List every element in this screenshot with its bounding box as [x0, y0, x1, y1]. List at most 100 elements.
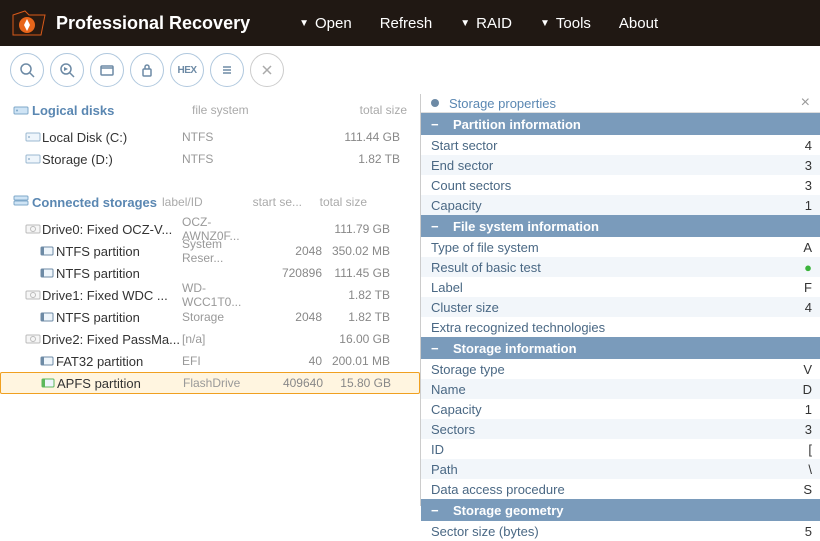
partition-size: 111.45 GB — [322, 266, 390, 280]
partition-row[interactable]: APFS partitionFlashDrive40964015.80 GB — [0, 372, 420, 394]
property-value: 5 — [790, 524, 820, 539]
property-row: Storage typeV — [421, 359, 820, 379]
logical-disk-row[interactable]: Local Disk (C:)NTFS111.44 GB — [0, 126, 420, 148]
property-value: D — [790, 382, 820, 397]
partition-label: EFI — [182, 354, 262, 368]
section-title: Partition information — [453, 117, 581, 132]
toolbar-decrypt-icon[interactable] — [130, 53, 164, 87]
property-row: ID[ — [421, 439, 820, 459]
partition-row[interactable]: NTFS partitionStorage20481.82 TB — [0, 306, 420, 328]
drive-row[interactable]: Drive1: Fixed WDC ...WD-WCC1T0... 1.82 TB — [0, 284, 420, 306]
property-label: Result of basic test — [421, 260, 790, 275]
property-value: 4 — [790, 138, 820, 153]
disk-size: 1.82 TB — [332, 152, 400, 166]
drive-label: WD-WCC1T0... — [182, 281, 262, 309]
property-row: Sectors3 — [421, 419, 820, 439]
property-row: Sector size (bytes)5 — [421, 521, 820, 541]
partition-name: FAT32 partition — [56, 354, 182, 369]
toolbar-save-icon[interactable] — [90, 53, 124, 87]
partition-label: System Reser... — [182, 237, 262, 265]
hdd-icon — [24, 223, 42, 235]
disk-name: Storage (D:) — [42, 152, 182, 167]
property-label: Count sectors — [421, 178, 790, 193]
drive-row[interactable]: Drive2: Fixed PassMa...[n/a]16.00 GB — [0, 328, 420, 350]
partition-name: NTFS partition — [56, 244, 182, 259]
menu-raid[interactable]: ▼RAID — [446, 0, 526, 46]
section-header[interactable]: −Storage geometry — [421, 499, 820, 521]
property-row: Capacity1 — [421, 399, 820, 419]
property-value: [ — [790, 442, 820, 457]
property-value: 3 — [790, 158, 820, 173]
caret-down-icon: ▼ — [299, 18, 309, 29]
property-row: Type of file systemA — [421, 237, 820, 257]
section-header[interactable]: −File system information — [421, 215, 820, 237]
menu-open[interactable]: ▼Open — [285, 0, 366, 46]
property-value: 4 — [790, 300, 820, 315]
caret-down-icon: ▼ — [460, 18, 470, 29]
toolbar-close-icon — [250, 53, 284, 87]
toolbar-resume-scan-icon[interactable] — [50, 53, 84, 87]
menu-tools[interactable]: ▼Tools — [526, 0, 605, 46]
section-header[interactable]: −Storage information — [421, 337, 820, 359]
partition-name: NTFS partition — [56, 266, 182, 281]
close-icon[interactable]: × — [801, 94, 810, 112]
property-row: Capacity1 — [421, 195, 820, 215]
panel-title: Storage properties — [449, 96, 801, 111]
toolbar-scan-icon[interactable] — [10, 53, 44, 87]
property-row: End sector3 — [421, 155, 820, 175]
toolbar-list-icon[interactable] — [210, 53, 244, 87]
partition-icon — [39, 377, 57, 389]
property-label: Label — [421, 280, 790, 295]
partition-icon — [38, 311, 56, 323]
logical-disk-row[interactable]: Storage (D:)NTFS1.82 TB — [0, 148, 420, 170]
menubar: Professional Recovery ▼Open Refresh ▼RAI… — [0, 0, 820, 46]
toolbar-hex-icon[interactable]: HEX — [170, 53, 204, 87]
partition-label: Storage — [182, 310, 262, 324]
property-value: V — [790, 362, 820, 377]
property-row: NameD — [421, 379, 820, 399]
drive-name: Drive1: Fixed WDC ... — [42, 288, 182, 303]
section-header[interactable]: −Partition information — [421, 113, 820, 135]
property-value: ● — [790, 260, 820, 275]
partition-icon — [38, 245, 56, 257]
group-logical-disks[interactable]: Logical disks file system total size — [0, 94, 420, 126]
toolbar: HEX — [0, 46, 820, 94]
property-label: Path — [421, 462, 790, 477]
menu-about[interactable]: About — [605, 0, 672, 46]
property-label: Cluster size — [421, 300, 790, 315]
drive-name: Drive0: Fixed OCZ-V... — [42, 222, 182, 237]
app-title: Professional Recovery — [56, 13, 250, 34]
partition-icon — [38, 355, 56, 367]
property-label: Type of file system — [421, 240, 790, 255]
property-value: \ — [790, 462, 820, 477]
section-title: Storage information — [453, 341, 577, 356]
property-label: ID — [421, 442, 790, 457]
partition-label: FlashDrive — [183, 376, 263, 390]
partition-row[interactable]: NTFS partitionSystem Reser...2048350.02 … — [0, 240, 420, 262]
storage-icon — [10, 195, 32, 209]
panel-header: Storage properties × — [421, 94, 820, 113]
drive-icon — [10, 104, 32, 116]
drive-size: 1.82 TB — [322, 288, 390, 302]
group-connected-storages[interactable]: Connected storages label/ID start se... … — [0, 186, 420, 218]
property-row: Path\ — [421, 459, 820, 479]
hdd-icon — [24, 289, 42, 301]
properties-panel: Storage properties × −Partition informat… — [420, 94, 820, 506]
partition-start-sector: 40 — [262, 354, 322, 368]
menu-refresh[interactable]: Refresh — [366, 0, 447, 46]
property-label: Capacity — [421, 198, 790, 213]
partition-start-sector: 2048 — [262, 244, 322, 258]
collapse-icon: − — [431, 219, 441, 234]
partition-row[interactable]: FAT32 partitionEFI40200.01 MB — [0, 350, 420, 372]
property-label: Data access procedure — [421, 482, 790, 497]
drive-name: Drive2: Fixed PassMa... — [42, 332, 182, 347]
property-label: Storage type — [421, 362, 790, 377]
section-title: Storage geometry — [453, 503, 564, 518]
property-label: Extra recognized technologies — [421, 320, 790, 335]
property-value: 3 — [790, 422, 820, 437]
property-value: S — [790, 482, 820, 497]
disk-size: 111.44 GB — [332, 130, 400, 144]
property-label: Sectors — [421, 422, 790, 437]
drive-size: 111.79 GB — [322, 222, 390, 236]
partition-size: 200.01 MB — [322, 354, 390, 368]
